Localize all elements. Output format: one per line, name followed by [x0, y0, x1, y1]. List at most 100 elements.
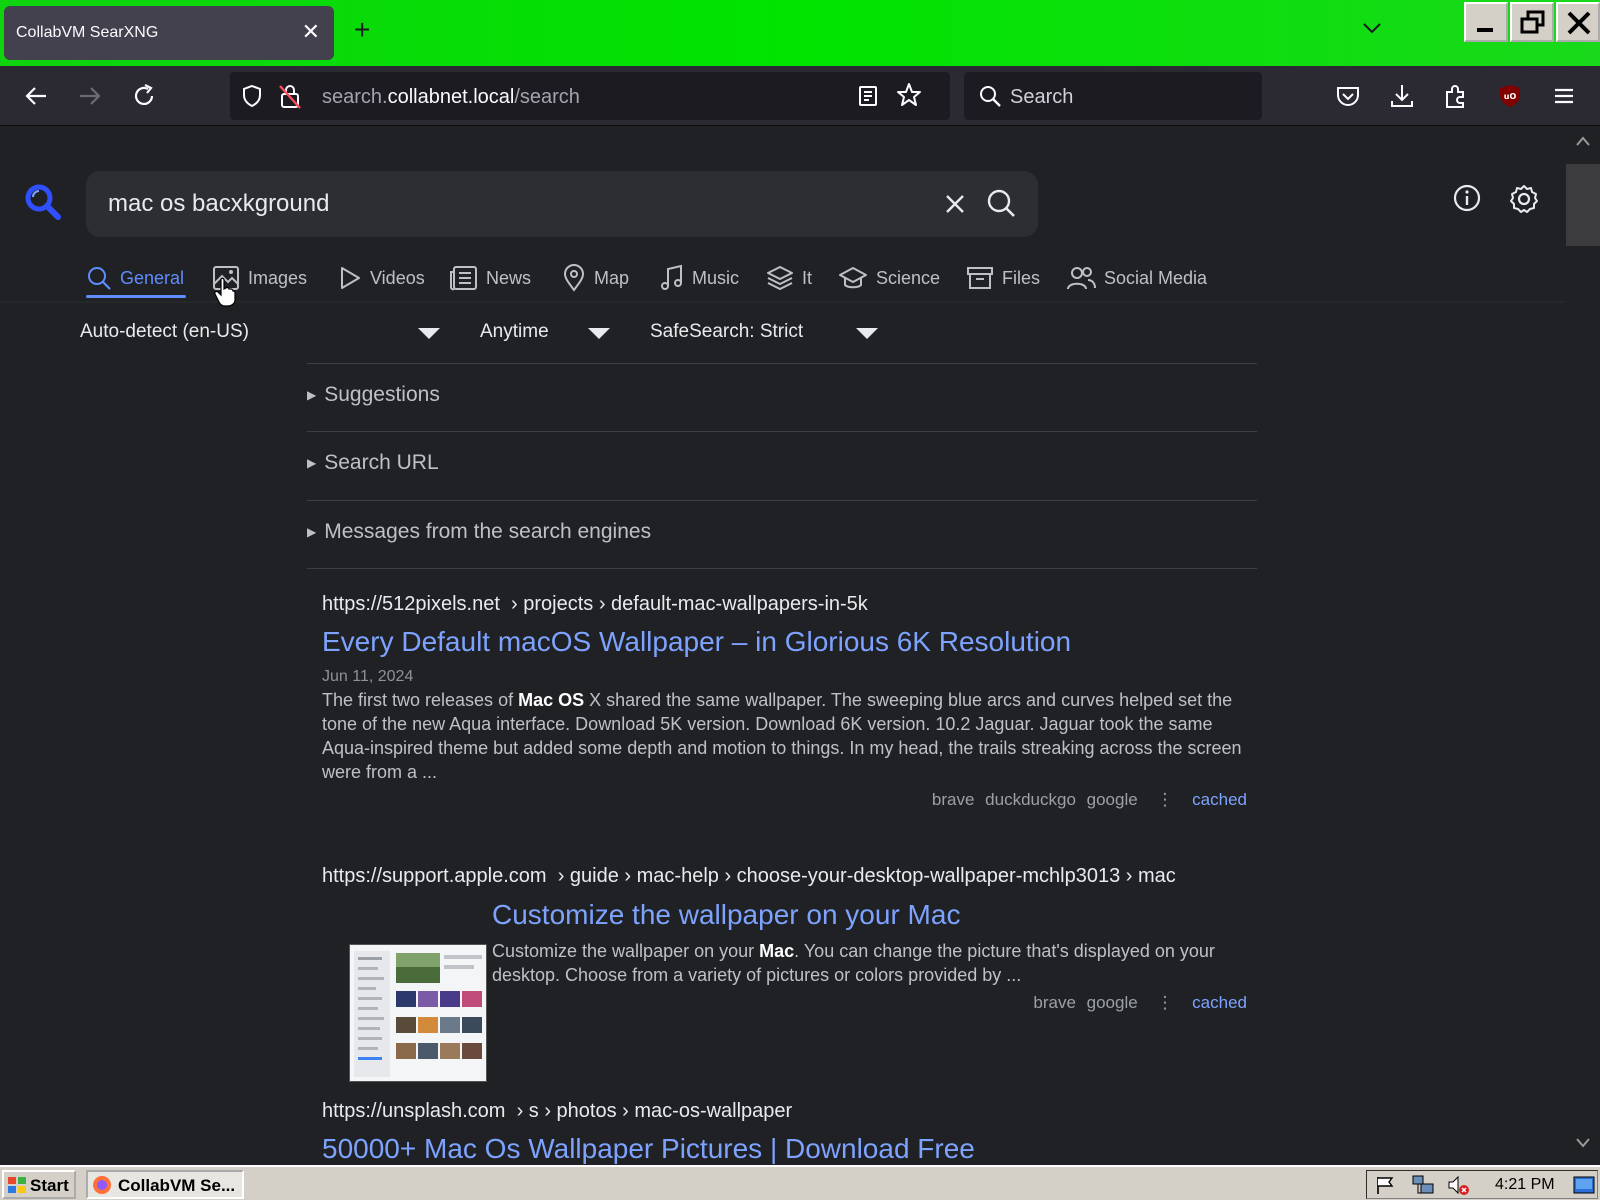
hand-cursor-icon — [214, 277, 236, 307]
time-range-select[interactable]: Anytime — [480, 321, 620, 351]
people-icon — [1067, 267, 1096, 290]
tab-images-label: Images — [248, 267, 308, 288]
more-vertical-icon[interactable]: ⋮ — [1156, 993, 1173, 1012]
more-vertical-icon[interactable]: ⋮ — [1156, 790, 1173, 809]
cached-link[interactable]: cached — [1192, 790, 1247, 809]
search-submit-icon[interactable] — [986, 188, 1016, 218]
engine-messages-toggle[interactable]: ▶ Messages from the search engines — [307, 520, 651, 544]
forward-arrow-icon[interactable] — [76, 82, 104, 110]
windows-logo-icon — [8, 1177, 26, 1193]
back-arrow-icon[interactable] — [22, 82, 50, 110]
result-snippet: Customize the wallpaper on your Mac. You… — [492, 941, 1215, 985]
cached-link[interactable]: cached — [1192, 993, 1247, 1012]
tab-files[interactable]: Files — [966, 255, 1040, 301]
tab-list-chevron-icon[interactable] — [1362, 18, 1382, 38]
volume-muted-icon[interactable] — [1447, 1174, 1471, 1196]
bookmark-star-icon[interactable] — [896, 82, 922, 108]
firefox-icon — [93, 1176, 111, 1194]
result-title-link[interactable]: 50000+ Mac Os Wallpaper Pictures | Downl… — [322, 1133, 1247, 1165]
engine-label: brave — [1033, 993, 1076, 1012]
disclosure-triangle-icon: ▶ — [307, 388, 317, 402]
new-tab-icon[interactable]: + — [354, 16, 370, 44]
tab-close-icon[interactable]: ✕ — [302, 19, 320, 45]
extensions-puzzle-icon[interactable] — [1442, 82, 1470, 110]
hamburger-menu-icon[interactable] — [1550, 82, 1578, 110]
downloads-icon[interactable] — [1388, 82, 1416, 110]
result-date: Jun 11, 2024 — [322, 668, 414, 685]
chevron-down-icon — [856, 328, 878, 339]
tab-music[interactable]: Music — [660, 255, 739, 301]
safesearch-select-value: SafeSearch: Strict — [650, 321, 804, 342]
chevron-down-icon — [588, 328, 610, 339]
active-tab-indicator — [86, 295, 186, 298]
tab-news[interactable]: News — [450, 255, 531, 301]
tab-science-label: Science — [876, 267, 941, 288]
shield-icon[interactable] — [240, 84, 264, 108]
windows-taskbar: Start CollabVM Se... 4:21 PM — [0, 1165, 1600, 1200]
archive-icon — [967, 267, 993, 289]
engine-label: google — [1086, 993, 1138, 1012]
search-url-toggle[interactable]: ▶ Search URL — [307, 451, 439, 475]
info-icon[interactable] — [1452, 183, 1482, 213]
clear-search-icon[interactable] — [942, 191, 968, 217]
search-url-label: Search URL — [324, 451, 439, 474]
language-select[interactable]: Auto-detect (en-US) — [80, 321, 440, 351]
reload-icon[interactable] — [130, 82, 158, 110]
result-engines: brave duckduckgo google ⋮ cached — [322, 790, 1247, 810]
browser-tab[interactable]: CollabVM SearXNG ✕ — [4, 6, 334, 60]
play-icon — [341, 267, 360, 289]
scroll-up-icon[interactable] — [1575, 135, 1591, 147]
engine-label: google — [1086, 790, 1138, 809]
show-desktop-icon[interactable] — [1573, 1176, 1595, 1194]
result-url[interactable]: https://support.apple.com › guide › mac-… — [322, 865, 1247, 888]
time-range-select-value: Anytime — [480, 321, 549, 342]
layers-icon — [767, 266, 793, 290]
settings-gear-icon[interactable] — [1508, 183, 1540, 215]
restore-button[interactable] — [1510, 2, 1554, 42]
result-thumbnail[interactable] — [349, 944, 487, 1082]
tab-map[interactable]: Map — [562, 255, 629, 301]
result-snippet: The first two releases of Mac OS X share… — [322, 690, 1242, 782]
tab-it[interactable]: It — [766, 255, 812, 301]
search-result: https://unsplash.com › s › photos › mac-… — [322, 1100, 1247, 1165]
pocket-icon[interactable] — [1334, 82, 1362, 110]
result-title-link[interactable]: Every Default macOS Wallpaper – in Glori… — [322, 626, 1247, 658]
scroll-down-icon[interactable] — [1575, 1137, 1591, 1149]
searxng-page: mac os bacxkground General Images Videos… — [0, 127, 1566, 1165]
network-icon[interactable] — [1411, 1174, 1435, 1196]
search-box[interactable]: mac os bacxkground — [86, 171, 1038, 237]
result-title-link[interactable]: Customize the wallpaper on your Mac — [492, 899, 1247, 931]
reader-view-icon[interactable] — [856, 84, 880, 108]
tab-general[interactable]: General — [86, 255, 186, 301]
ublock-origin-icon[interactable]: uO — [1496, 82, 1524, 110]
tab-social-media[interactable]: Social Media — [1066, 255, 1207, 301]
engine-label: brave — [931, 790, 975, 809]
disclosure-triangle-icon: ▶ — [307, 525, 317, 539]
browser-titlebar: CollabVM SearXNG ✕ + — [0, 0, 1600, 66]
tab-science[interactable]: Science — [838, 255, 940, 301]
insecure-lock-icon[interactable] — [278, 82, 302, 110]
browser-search-bar[interactable]: Search — [964, 72, 1262, 120]
suggestions-toggle[interactable]: ▶ Suggestions — [307, 383, 440, 407]
result-url[interactable]: https://512pixels.net › projects › defau… — [322, 593, 1247, 616]
graduation-cap-icon — [839, 267, 867, 289]
tab-music-label: Music — [692, 267, 740, 288]
tab-videos-label: Videos — [370, 267, 425, 288]
taskbar-item-browser[interactable]: CollabVM Se... — [86, 1170, 244, 1199]
result-url[interactable]: https://unsplash.com › s › photos › mac-… — [322, 1100, 1247, 1123]
scrollbar-thumb[interactable] — [1566, 164, 1600, 246]
page-scrollbar[interactable] — [1566, 127, 1600, 1165]
close-window-button[interactable] — [1556, 2, 1600, 42]
searxng-logo-icon[interactable] — [24, 183, 62, 221]
minimize-button[interactable] — [1464, 2, 1508, 42]
disclosure-triangle-icon: ▶ — [307, 456, 317, 470]
search-input[interactable]: mac os bacxkground — [108, 190, 329, 218]
address-bar[interactable]: search.collabnet.local/search — [230, 72, 950, 120]
safesearch-select[interactable]: SafeSearch: Strict — [650, 321, 890, 351]
flag-icon[interactable] — [1375, 1175, 1397, 1195]
tab-videos[interactable]: Videos — [338, 255, 425, 301]
start-button[interactable]: Start — [2, 1170, 76, 1199]
divider — [307, 363, 1257, 364]
url-text[interactable]: search.collabnet.local/search — [322, 86, 580, 109]
taskbar-clock[interactable]: 4:21 PM — [1495, 1176, 1555, 1194]
